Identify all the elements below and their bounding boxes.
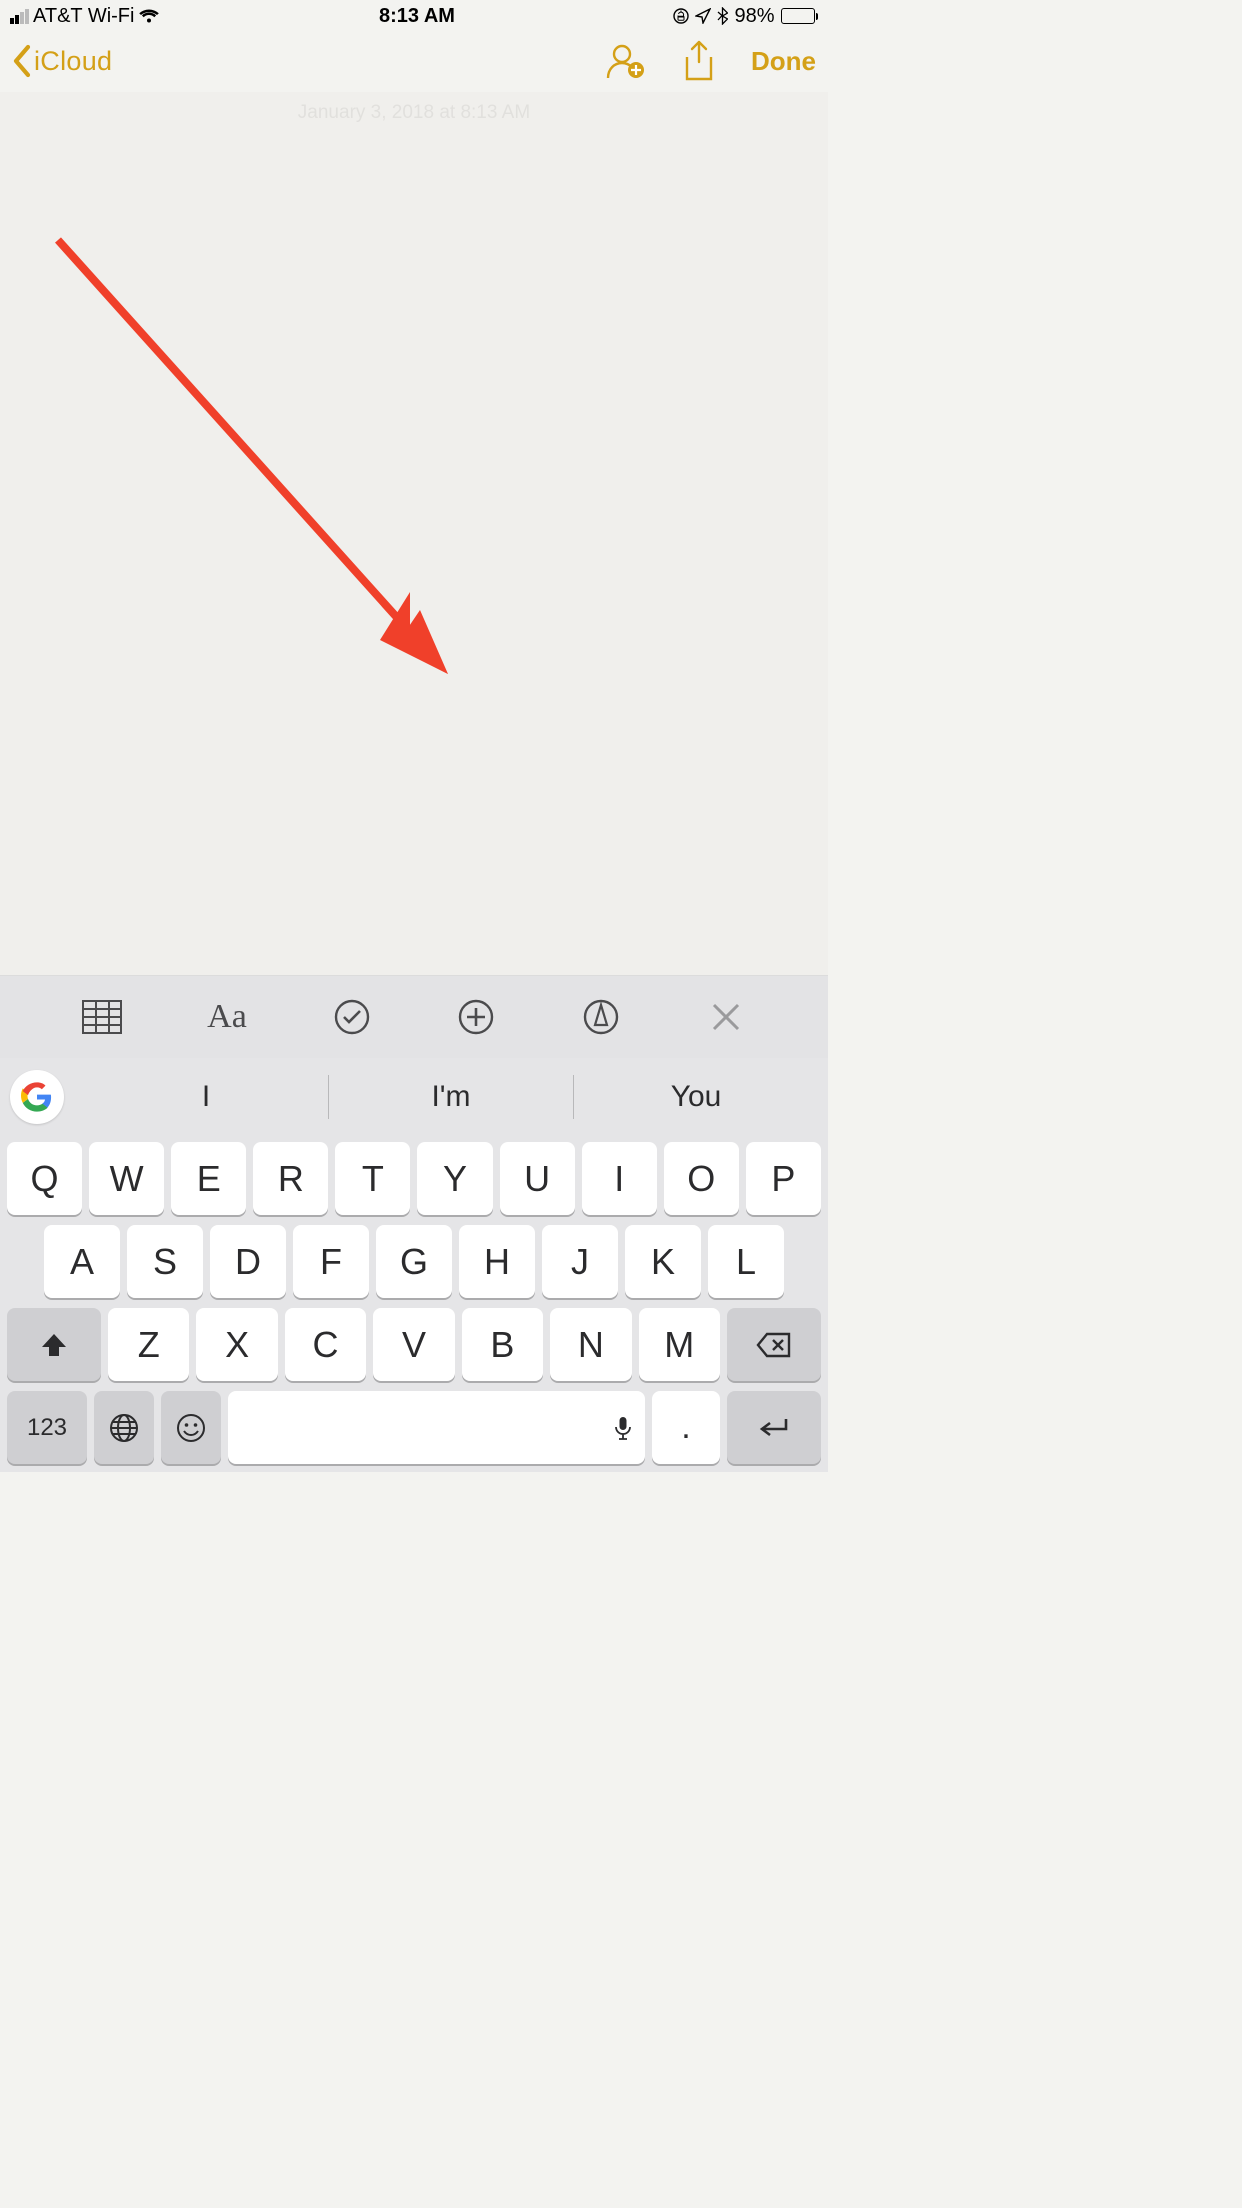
battery-icon [781,8,819,24]
share-button[interactable] [677,39,721,83]
checklist-button[interactable] [322,987,382,1047]
markup-button[interactable] [571,987,631,1047]
back-label: iCloud [34,46,112,77]
suggestion-2[interactable]: I'm [329,1058,573,1136]
keyboard-row-3: Z X C V B N M [4,1308,824,1381]
key-e[interactable]: E [171,1142,246,1215]
bluetooth-icon [717,7,728,25]
share-icon [682,40,716,82]
key-z[interactable]: Z [108,1308,189,1381]
emoji-icon [176,1413,206,1443]
carrier-label: AT&T Wi-Fi [33,5,134,28]
annotation-arrow [50,232,470,702]
clock: 8:13 AM [160,5,673,28]
key-f[interactable]: F [293,1225,369,1298]
key-p[interactable]: P [746,1142,821,1215]
back-button[interactable]: iCloud [12,44,112,78]
notes-format-toolbar: Aa [0,975,828,1058]
text-format-button[interactable]: Aa [197,987,257,1047]
key-q[interactable]: Q [7,1142,82,1215]
pen-circle-icon [583,999,619,1035]
key-c[interactable]: C [285,1308,366,1381]
shift-icon [40,1332,68,1358]
status-bar: AT&T Wi-Fi 8:13 AM 98% [0,0,828,30]
key-y[interactable]: Y [417,1142,492,1215]
globe-icon [109,1413,139,1443]
location-icon [695,8,711,24]
close-icon [711,1002,741,1032]
google-icon [21,1081,53,1113]
key-i[interactable]: I [582,1142,657,1215]
navigation-bar: iCloud Done [0,30,828,92]
keyboard-row-2: A S D F G H J K L [4,1225,824,1298]
key-n[interactable]: N [550,1308,631,1381]
return-key[interactable] [727,1391,821,1464]
key-d[interactable]: D [210,1225,286,1298]
key-s[interactable]: S [127,1225,203,1298]
checkmark-circle-icon [334,999,370,1035]
google-search-button[interactable] [10,1070,64,1124]
globe-key[interactable] [94,1391,154,1464]
key-x[interactable]: X [196,1308,277,1381]
return-icon [756,1417,792,1439]
key-u[interactable]: U [500,1142,575,1215]
keyboard-row-4: 123 . [4,1391,824,1464]
backspace-key[interactable] [727,1308,821,1381]
table-button[interactable] [72,987,132,1047]
key-r[interactable]: R [253,1142,328,1215]
key-w[interactable]: W [89,1142,164,1215]
numbers-key[interactable]: 123 [7,1391,87,1464]
add-attachment-button[interactable] [446,987,506,1047]
close-toolbar-button[interactable] [696,987,756,1047]
key-g[interactable]: G [376,1225,452,1298]
key-a[interactable]: A [44,1225,120,1298]
period-key[interactable]: . [652,1391,720,1464]
cellular-signal-icon [10,9,29,24]
key-k[interactable]: K [625,1225,701,1298]
done-button[interactable]: Done [751,46,816,77]
key-o[interactable]: O [664,1142,739,1215]
microphone-icon [615,1416,631,1440]
space-key[interactable] [228,1391,645,1464]
battery-percent: 98% [734,5,774,28]
suggestion-3[interactable]: You [574,1058,818,1136]
backspace-icon [756,1332,792,1358]
key-b[interactable]: B [462,1308,543,1381]
dictation-button[interactable] [615,1407,631,1449]
keyboard-row-1: Q W E R T Y U I O P [4,1142,824,1215]
onscreen-keyboard: Q W E R T Y U I O P A S D F G H J K L Z … [0,1136,828,1472]
note-content-area[interactable]: January 3, 2018 at 8:13 AM [0,92,828,975]
key-h[interactable]: H [459,1225,535,1298]
emoji-key[interactable] [161,1391,221,1464]
suggestion-1[interactable]: I [84,1058,328,1136]
table-icon [82,1000,122,1034]
person-add-icon [604,40,646,82]
add-people-button[interactable] [603,39,647,83]
key-m[interactable]: M [639,1308,720,1381]
text-format-label: Aa [207,998,247,1036]
plus-circle-icon [458,999,494,1035]
key-v[interactable]: V [373,1308,454,1381]
rotation-lock-icon [673,8,689,24]
note-timestamp: January 3, 2018 at 8:13 AM [0,102,828,124]
wifi-icon [138,8,160,24]
key-j[interactable]: J [542,1225,618,1298]
key-l[interactable]: L [708,1225,784,1298]
key-t[interactable]: T [335,1142,410,1215]
shift-key[interactable] [7,1308,101,1381]
keyboard-suggestion-bar: I I'm You [0,1058,828,1136]
chevron-left-icon [12,44,32,78]
